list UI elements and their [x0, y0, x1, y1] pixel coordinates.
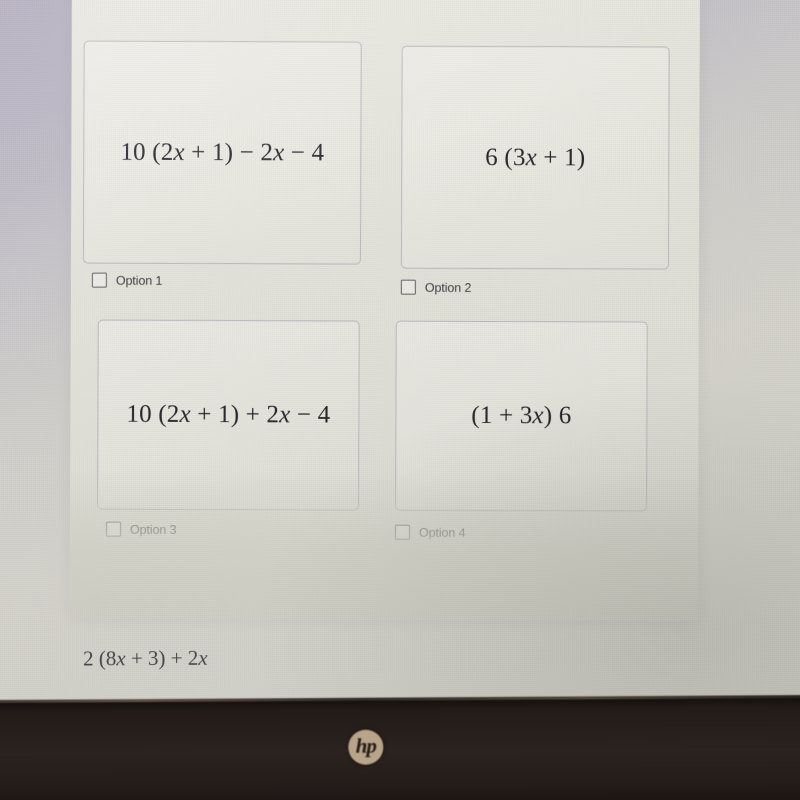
option-3-label: Option 3	[129, 522, 177, 537]
option-2-expression: 6 (3x + 1)	[485, 143, 586, 171]
screen-area: Select all of the expressions that are e…	[0, 0, 800, 707]
option-1-label: Option 1	[115, 273, 163, 288]
option-5-expression: 2 (8x + 3) + 2x	[82, 645, 208, 671]
option-2-choice[interactable]: Option 2	[400, 279, 472, 295]
option-4-expression: (1 + 3x) 6	[471, 401, 572, 430]
option-1-expression: 10 (2x + 1) − 2x − 4	[120, 138, 325, 166]
laptop-bezel: hp	[0, 694, 800, 800]
option-1-checkbox[interactable]	[91, 272, 107, 288]
option-3-expression-box[interactable]: 10 (2x + 1) + 2x − 4	[97, 319, 360, 511]
option-4-choice[interactable]: Option 4	[394, 524, 466, 540]
hp-logo-text: hp	[355, 733, 376, 758]
option-4-expression-box[interactable]: (1 + 3x) 6	[395, 320, 648, 512]
question-header: Select all of the expressions that are e…	[76, 0, 692, 1]
quiz-card: Select all of the expressions that are e…	[69, 0, 700, 621]
option-3-choice[interactable]: Option 3	[105, 521, 177, 537]
option-1-choice[interactable]: Option 1	[91, 272, 163, 288]
hp-logo-icon: hp	[348, 729, 384, 765]
option-4-label: Option 4	[418, 525, 466, 540]
option-3-checkbox[interactable]	[105, 521, 122, 537]
option-2-checkbox[interactable]	[400, 279, 416, 295]
option-1-expression-box[interactable]: 10 (2x + 1) − 2x − 4	[82, 40, 362, 265]
option-2-label: Option 2	[424, 280, 472, 295]
option-3-expression: 10 (2x + 1) + 2x − 4	[126, 400, 331, 429]
option-2-expression-box[interactable]: 6 (3x + 1)	[400, 45, 670, 270]
option-4-checkbox[interactable]	[394, 524, 411, 540]
laptop-screen-photo: Select all of the expressions that are e…	[0, 0, 800, 800]
